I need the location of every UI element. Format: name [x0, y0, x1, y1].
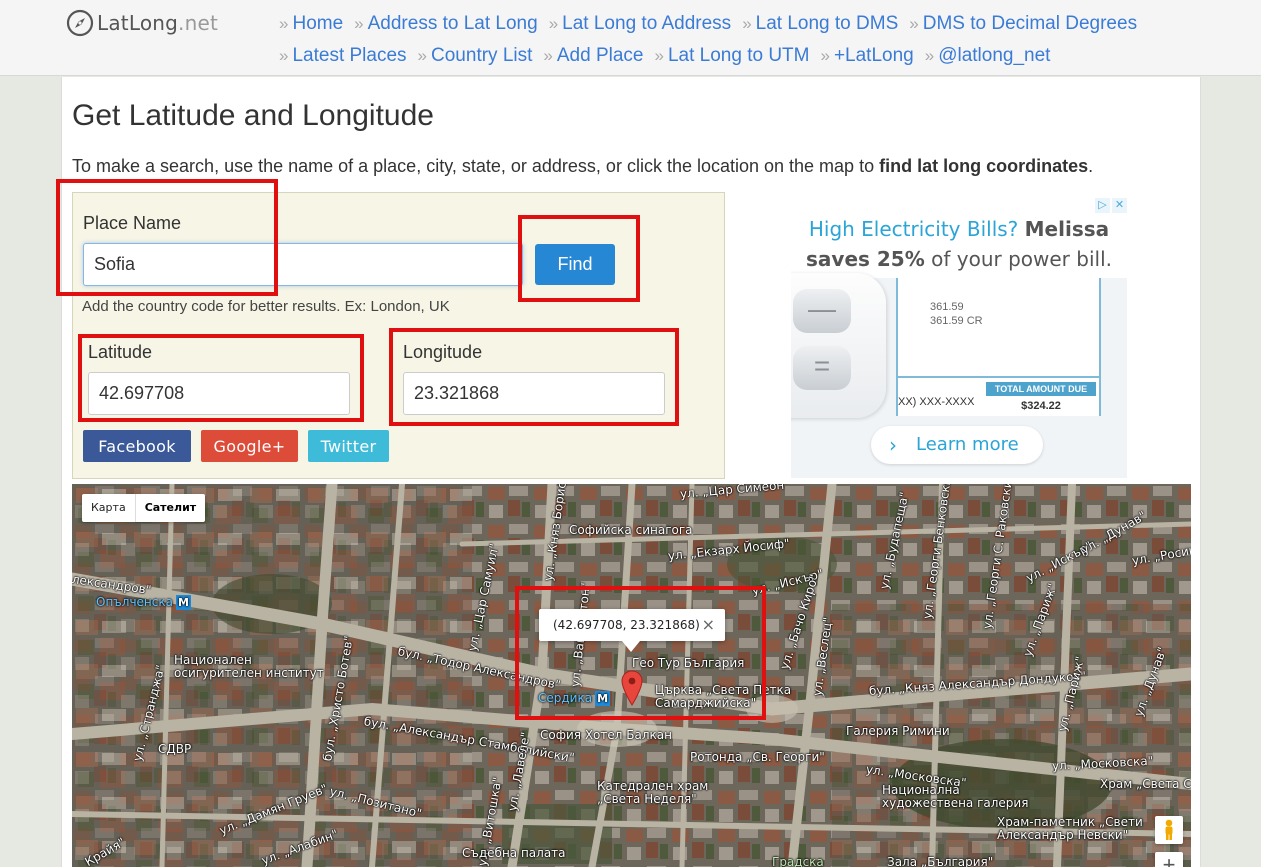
map-type-roadmap[interactable]: Карта — [82, 494, 135, 522]
bill-account: XX) XXX-XXXX — [898, 396, 975, 408]
poi-label: Софийска синагога — [569, 523, 693, 537]
poi-label: Храм „Света Соф — [1100, 777, 1191, 791]
poi-label: Ротонда „Св. Георги" — [690, 750, 825, 764]
search-hint: Add the country code for better results.… — [82, 298, 450, 315]
calculator-illustration: — = — [791, 273, 886, 418]
longitude-input[interactable] — [403, 372, 665, 415]
advertisement[interactable]: ▷ ✕ High Electricity Bills? Melissa save… — [791, 198, 1127, 478]
ad-illustration: 361.59 361.59 CR XX) XXX-XXXX TOTAL AMOU… — [791, 273, 1127, 478]
poi-label: Храм-паметник „Свети Александър Невски" — [997, 815, 1143, 842]
latitude-label: Latitude — [88, 342, 153, 362]
nav-latlong-to-address[interactable]: » Lat Long to Address — [549, 13, 731, 35]
main-content: Get Latitude and Longitude To make a sea… — [61, 77, 1201, 867]
poi-label: СДВР — [158, 742, 192, 756]
nav-country-list[interactable]: » Country List — [418, 45, 533, 67]
calculator-minus-key: — — [793, 289, 851, 333]
find-button[interactable]: Find — [535, 244, 615, 285]
chevron-right-icon: › — [889, 433, 897, 457]
bill-divider — [898, 376, 1099, 378]
page-title: Get Latitude and Longitude — [72, 99, 434, 132]
site-header: LatLong.net » Home » Address to Lat Long »… — [0, 0, 1261, 76]
street-view-pegman-icon[interactable] — [1155, 816, 1183, 844]
zoom-in-button[interactable]: + — [1155, 852, 1183, 867]
nav-address-to-latlong[interactable]: » Address to Lat Long — [354, 13, 538, 35]
map-type-control[interactable]: Карта Сателит — [82, 494, 206, 522]
bill-numbers: 361.59 361.59 CR — [930, 301, 983, 327]
brand-name: LatLong.net — [97, 11, 219, 35]
longitude-label: Longitude — [403, 342, 483, 362]
learn-more-button[interactable]: › Learn more — [871, 426, 1043, 464]
facebook-share-button[interactable]: Facebook — [83, 430, 191, 462]
map-marker-icon[interactable] — [621, 670, 643, 706]
twitter-share-button[interactable]: Twitter — [308, 430, 389, 462]
nav-latlong-to-utm[interactable]: » Lat Long to UTM — [654, 45, 809, 67]
search-form: Place Name Find Add the country code for… — [72, 192, 725, 479]
ad-choices-icon[interactable]: ▷ — [1095, 198, 1110, 213]
latitude-input[interactable] — [88, 372, 350, 415]
total-amount-value: $324.22 — [1021, 400, 1061, 412]
satellite-map[interactable]: Карта Сателит ул. „Цар Симеон" Софийска … — [72, 484, 1191, 867]
google-plus-share-button[interactable]: Google+ — [201, 430, 298, 462]
nav-row-1: » Home » Address to Lat Long » Lat Long to … — [279, 8, 1239, 40]
poi-label: Национална художествена галерия — [882, 783, 1029, 810]
nav-add-place[interactable]: » Add Place — [543, 45, 643, 67]
nav-twitter-handle[interactable]: » @latlong_net — [925, 45, 1051, 67]
total-amount-due-label: TOTAL AMOUNT DUE — [986, 382, 1096, 396]
nav-latest-places[interactable]: » Latest Places — [279, 45, 407, 67]
top-navigation: » Home » Address to Lat Long » Lat Long to … — [279, 8, 1239, 72]
poi-label: Катедрален храм „Света Неделя" — [597, 779, 709, 806]
nav-latlong-to-dms[interactable]: » Lat Long to DMS — [742, 13, 898, 35]
nav-row-2: » Latest Places » Country List » Add Place … — [279, 40, 1239, 72]
ad-close-icon[interactable]: ✕ — [1112, 198, 1127, 213]
ad-choices[interactable]: ▷ ✕ — [1095, 198, 1127, 213]
site-logo[interactable]: LatLong.net — [66, 9, 218, 37]
nav-home[interactable]: » Home — [279, 13, 343, 35]
poi-label: Гео Тур България — [632, 656, 745, 670]
metro-station-serdika[interactable]: Сердика M — [538, 691, 611, 706]
coordinates-info-window: (42.697708, 23.321868) × — [539, 609, 725, 652]
place-name-label: Place Name — [83, 213, 182, 233]
poi-label: Съдебна палата — [462, 846, 566, 860]
place-name-input[interactable] — [83, 243, 523, 286]
nav-google-plus[interactable]: » +LatLong — [820, 45, 913, 67]
metro-icon: M — [175, 595, 191, 610]
compass-icon — [66, 9, 94, 37]
intro-text: To make a search, use the name of a plac… — [72, 156, 1094, 176]
close-icon[interactable]: × — [702, 609, 715, 641]
info-window-coordinates: (42.697708, 23.321868) — [553, 618, 700, 632]
map-type-satellite[interactable]: Сателит — [134, 494, 205, 522]
poi-label: Галерия Римини — [846, 724, 950, 738]
nav-dms-to-decimal[interactable]: » DMS to Decimal Degrees — [909, 13, 1137, 35]
metro-station-opalchenska[interactable]: Опълченска M — [96, 595, 191, 610]
poi-label: София Хотел Балкан — [540, 728, 672, 742]
poi-label: Църква „Света Петка Самарджийска" — [655, 683, 792, 710]
poi-label: Зала „България" — [887, 855, 994, 867]
poi-label: Национален осигурителен институт — [174, 653, 324, 680]
metro-icon: M — [595, 691, 611, 706]
poi-label: Градска — [772, 855, 824, 867]
ad-headline: High Electricity Bills? Melissa saves 25… — [806, 217, 1112, 271]
calculator-equals-key: = — [793, 346, 851, 390]
